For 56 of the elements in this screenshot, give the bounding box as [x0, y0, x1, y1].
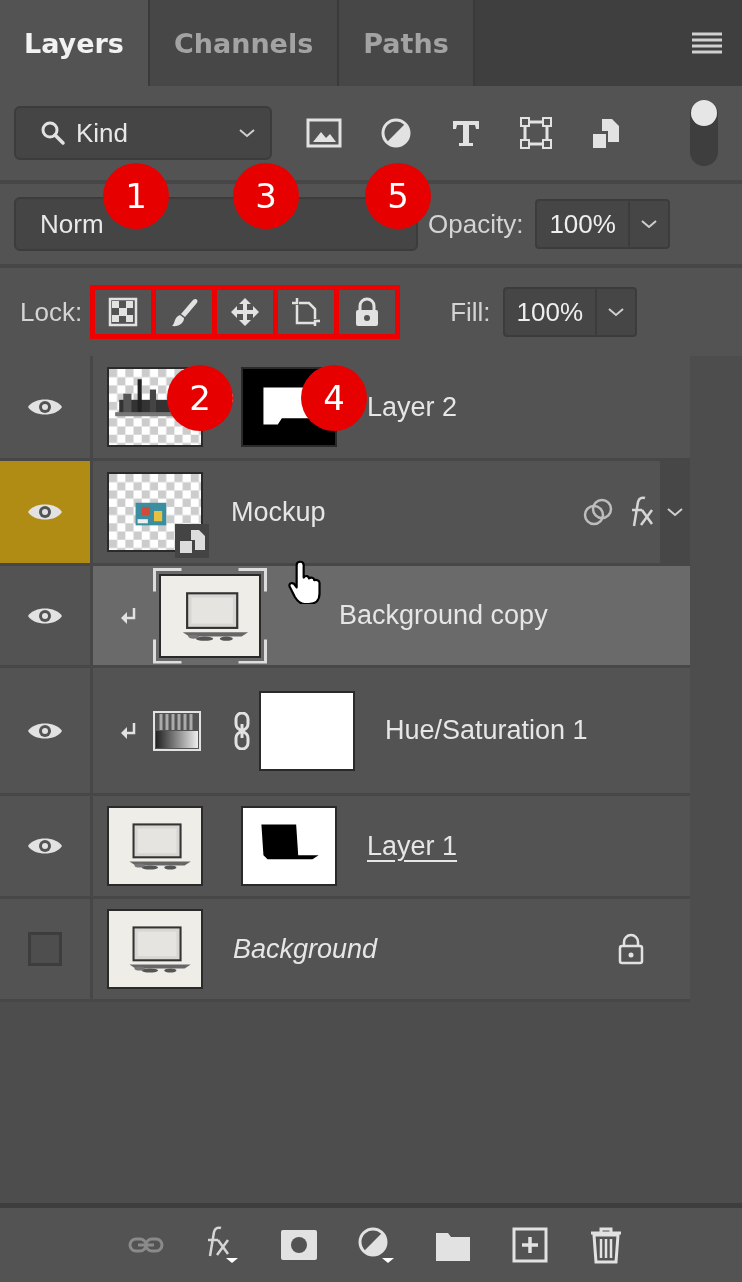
- hand-cursor-icon: [288, 560, 322, 604]
- blend-mode-label: Norm: [40, 208, 104, 240]
- menu-icon[interactable]: [692, 32, 722, 54]
- new-layer-icon[interactable]: [512, 1227, 548, 1263]
- layer-name: Layer 1: [367, 830, 458, 862]
- layer-row[interactable]: Hue/Saturation 1: [0, 668, 690, 796]
- lock-button[interactable]: [339, 290, 396, 334]
- smart-object-filter-icon[interactable]: [590, 117, 622, 149]
- layer-row[interactable]: Mockup: [0, 461, 690, 566]
- blending-rings-icon: [582, 497, 614, 527]
- layer-name: Hue/Saturation 1: [385, 715, 588, 746]
- caret-icon[interactable]: [639, 217, 658, 231]
- layer-row[interactable]: Layer 1: [0, 796, 690, 899]
- layer-name: Background: [233, 933, 378, 965]
- lock-button[interactable]: [95, 290, 152, 334]
- layer-name: Layer 2: [367, 391, 458, 423]
- fill-label: Fill:: [450, 296, 491, 328]
- lock-label: Lock:: [20, 296, 83, 328]
- eye-cell[interactable]: [0, 566, 93, 665]
- layer-name: Background copy: [339, 600, 548, 631]
- adjustment-filter-icon[interactable]: [380, 117, 412, 149]
- layer-name: Mockup: [231, 496, 326, 528]
- callout-badge: 3: [233, 163, 299, 229]
- opacity-label: Opacity:: [428, 208, 524, 240]
- adjustment-layer-icon[interactable]: [358, 1226, 394, 1264]
- move-icon: [230, 297, 261, 327]
- search-icon: [40, 120, 66, 146]
- brush-icon: [169, 297, 200, 327]
- panel-tab[interactable]: Channels: [149, 0, 340, 86]
- smart-object-icon: [175, 524, 209, 558]
- chain-icon: [233, 711, 251, 750]
- fill-field[interactable]: 100%: [502, 287, 638, 337]
- gradient-adjustment-icon: [153, 710, 201, 751]
- lock-button[interactable]: [217, 290, 274, 334]
- expand-caret-icon[interactable]: [666, 505, 684, 519]
- image-filter-icon[interactable]: [306, 117, 342, 149]
- caret-icon: [238, 126, 256, 140]
- lock-button[interactable]: [278, 290, 335, 334]
- filter-dropdown[interactable]: Kind: [14, 106, 272, 160]
- lock-icon: [616, 933, 646, 965]
- panel-tab[interactable]: Paths: [339, 0, 475, 86]
- layer-row[interactable]: Background copy: [0, 566, 690, 668]
- layer-row[interactable]: Background: [0, 899, 690, 1002]
- callout-badge: 1: [103, 163, 169, 229]
- shape-filter-icon[interactable]: [520, 117, 552, 149]
- lock-button[interactable]: [156, 290, 213, 334]
- lock-transparency-icon: [108, 297, 139, 327]
- panel-tab[interactable]: Layers: [0, 0, 150, 86]
- add-mask-icon[interactable]: [280, 1227, 318, 1263]
- eye-cell[interactable]: [0, 461, 93, 563]
- artboard-icon: [291, 297, 322, 327]
- trash-icon[interactable]: [588, 1226, 624, 1264]
- filter-label: Kind: [76, 117, 129, 149]
- opacity-field[interactable]: 100%: [535, 199, 670, 249]
- filter-toggle[interactable]: [690, 100, 718, 166]
- caret-icon[interactable]: [607, 305, 626, 319]
